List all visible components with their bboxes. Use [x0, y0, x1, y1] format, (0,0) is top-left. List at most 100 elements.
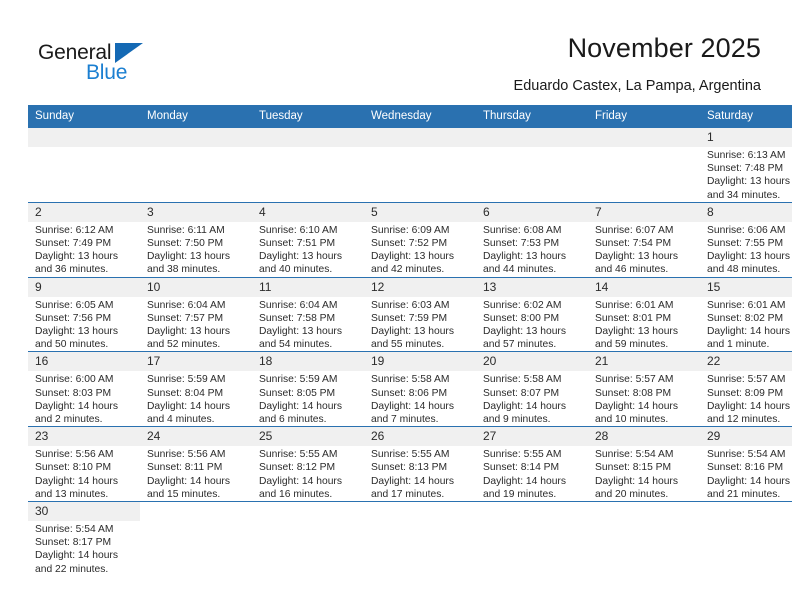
day-details: Sunrise: 5:59 AM Sunset: 8:04 PM Daylight:…: [140, 371, 252, 426]
day-number: 2: [28, 202, 140, 222]
daylight-text-line2: and 12 minutes.: [707, 414, 781, 426]
calendar-day-cell[interactable]: 26 Sunrise: 5:55 AM Sunset: 8:13 PM Dayligh…: [364, 426, 476, 502]
sunrise-text: Sunrise: 5:54 AM: [35, 524, 114, 536]
daylight-text-line2: and 15 minutes.: [147, 488, 221, 500]
sunset-text: Sunset: 8:00 PM: [483, 312, 560, 324]
calendar-day-cell[interactable]: 12 Sunrise: 6:03 AM Sunset: 7:59 PM Dayligh…: [364, 276, 476, 352]
sunset-text: Sunset: 7:55 PM: [707, 238, 784, 250]
calendar-day-cell[interactable]: 16 Sunrise: 6:00 AM Sunset: 8:03 PM Dayligh…: [28, 351, 140, 427]
day-details: Sunrise: 5:59 AM Sunset: 8:05 PM Daylight:…: [252, 371, 364, 426]
day-number-placeholder: [476, 128, 588, 147]
calendar-cell-empty: [140, 128, 252, 203]
page-subtitle: Eduardo Castex, La Pampa, Argentina: [513, 78, 761, 94]
day-details: Sunrise: 5:56 AM Sunset: 8:10 PM Daylight:…: [28, 446, 140, 501]
weekday-header-friday: Friday: [588, 105, 700, 128]
day-number: 17: [140, 352, 252, 372]
calendar-day-cell[interactable]: 6 Sunrise: 6:08 AM Sunset: 7:53 PM Daylight…: [476, 201, 588, 278]
calendar-day-cell[interactable]: 4 Sunrise: 6:10 AM Sunset: 7:51 PM Daylight…: [252, 201, 364, 278]
sunset-text: Sunset: 8:05 PM: [259, 387, 336, 399]
sunset-text: Sunset: 8:01 PM: [595, 312, 672, 324]
calendar-day-cell[interactable]: 20 Sunrise: 5:58 AM Sunset: 8:07 PM Dayligh…: [476, 351, 588, 427]
day-details: Sunrise: 5:58 AM Sunset: 8:06 PM Daylight:…: [364, 371, 476, 426]
day-number: 20: [476, 352, 588, 372]
daylight-text-line2: and 44 minutes.: [483, 264, 557, 276]
calendar-day-cell[interactable]: 8 Sunrise: 6:06 AM Sunset: 7:55 PM Daylight…: [700, 201, 792, 278]
day-details: Sunrise: 6:12 AM Sunset: 7:49 PM Daylight:…: [28, 222, 140, 277]
day-number: 7: [588, 202, 700, 222]
calendar-day-cell[interactable]: 18 Sunrise: 5:59 AM Sunset: 8:05 PM Dayligh…: [252, 351, 364, 427]
day-details: Sunrise: 6:04 AM Sunset: 7:58 PM Daylight:…: [252, 297, 364, 352]
day-details: Sunrise: 6:02 AM Sunset: 8:00 PM Daylight:…: [476, 297, 588, 352]
day-details: Sunrise: 6:01 AM Sunset: 8:02 PM Daylight:…: [700, 297, 792, 352]
day-details: Sunrise: 5:54 AM Sunset: 8:15 PM Daylight:…: [588, 446, 700, 501]
logo-triangle-icon: [115, 43, 143, 63]
sunrise-text: Sunrise: 5:54 AM: [595, 449, 674, 461]
day-number: 9: [28, 277, 140, 297]
calendar-day-cell[interactable]: 2 Sunrise: 6:12 AM Sunset: 7:49 PM Daylight…: [28, 201, 140, 278]
calendar-day-cell[interactable]: 22 Sunrise: 5:57 AM Sunset: 8:09 PM Dayligh…: [700, 351, 792, 427]
calendar-day-cell[interactable]: 10 Sunrise: 6:04 AM Sunset: 7:57 PM Dayligh…: [140, 276, 252, 352]
general-blue-logo: General Blue: [38, 41, 168, 87]
calendar-day-cell[interactable]: 9 Sunrise: 6:05 AM Sunset: 7:56 PM Daylight…: [28, 276, 140, 352]
sunset-text: Sunset: 7:53 PM: [483, 238, 560, 250]
daylight-text-line2: and 13 minutes.: [35, 488, 109, 500]
day-details: Sunrise: 5:56 AM Sunset: 8:11 PM Daylight:…: [140, 446, 252, 501]
day-number: 19: [364, 352, 476, 372]
calendar-grid: Sunday Monday Tuesday Wednesday Thursday…: [28, 105, 792, 576]
calendar-week-row: 2 Sunrise: 6:12 AM Sunset: 7:49 PM Daylight…: [28, 201, 792, 278]
calendar-day-cell[interactable]: 25 Sunrise: 5:55 AM Sunset: 8:12 PM Dayligh…: [252, 426, 364, 502]
sunrise-text: Sunrise: 5:58 AM: [483, 374, 562, 386]
calendar-day-cell[interactable]: 29 Sunrise: 5:54 AM Sunset: 8:16 PM Dayligh…: [700, 426, 792, 502]
sunset-text: Sunset: 8:13 PM: [371, 462, 448, 474]
calendar-day-cell[interactable]: 19 Sunrise: 5:58 AM Sunset: 8:06 PM Dayligh…: [364, 351, 476, 427]
day-details: Sunrise: 6:13 AM Sunset: 7:48 PM Daylight:…: [700, 147, 792, 202]
calendar-day-cell[interactable]: 17 Sunrise: 5:59 AM Sunset: 8:04 PM Dayligh…: [140, 351, 252, 427]
sunrise-text: Sunrise: 6:00 AM: [35, 374, 114, 386]
calendar-day-cell[interactable]: 28 Sunrise: 5:54 AM Sunset: 8:15 PM Dayligh…: [588, 426, 700, 502]
sunset-text: Sunset: 7:54 PM: [595, 238, 672, 250]
daylight-text-line1: Daylight: 14 hours: [371, 400, 454, 412]
calendar-day-cell[interactable]: 13 Sunrise: 6:02 AM Sunset: 8:00 PM Dayligh…: [476, 276, 588, 352]
calendar-day-cell[interactable]: 24 Sunrise: 5:56 AM Sunset: 8:11 PM Dayligh…: [140, 426, 252, 502]
daylight-text-line2: and 42 minutes.: [371, 264, 445, 276]
daylight-text-line1: Daylight: 14 hours: [483, 475, 566, 487]
daylight-text-line2: and 6 minutes.: [259, 414, 327, 426]
sunrise-text: Sunrise: 6:09 AM: [371, 224, 450, 236]
daylight-text-line2: and 50 minutes.: [35, 339, 109, 351]
weekday-header-tuesday: Tuesday: [252, 105, 364, 128]
calendar-day-cell[interactable]: 30 Sunrise: 5:54 AM Sunset: 8:17 PM Dayligh…: [28, 501, 140, 576]
daylight-text-line1: Daylight: 14 hours: [371, 475, 454, 487]
day-details: Sunrise: 5:55 AM Sunset: 8:14 PM Daylight:…: [476, 446, 588, 501]
weekday-header-monday: Monday: [140, 105, 252, 128]
calendar-day-cell[interactable]: 14 Sunrise: 6:01 AM Sunset: 8:01 PM Dayligh…: [588, 276, 700, 352]
day-number: 29: [700, 427, 792, 447]
calendar-cell-empty: [252, 501, 364, 576]
day-number: 15: [700, 277, 792, 297]
calendar-day-cell[interactable]: 27 Sunrise: 5:55 AM Sunset: 8:14 PM Dayligh…: [476, 426, 588, 502]
calendar-day-cell[interactable]: 11 Sunrise: 6:04 AM Sunset: 7:58 PM Dayligh…: [252, 276, 364, 352]
daylight-text-line2: and 48 minutes.: [707, 264, 781, 276]
day-number: 13: [476, 277, 588, 297]
day-details: Sunrise: 6:03 AM Sunset: 7:59 PM Daylight:…: [364, 297, 476, 352]
calendar-day-cell[interactable]: 7 Sunrise: 6:07 AM Sunset: 7:54 PM Daylight…: [588, 201, 700, 278]
calendar-day-cell[interactable]: 5 Sunrise: 6:09 AM Sunset: 7:52 PM Daylight…: [364, 201, 476, 278]
day-number: 28: [588, 427, 700, 447]
sunrise-text: Sunrise: 6:08 AM: [483, 224, 562, 236]
sunrise-text: Sunrise: 5:55 AM: [259, 449, 338, 461]
calendar-day-cell[interactable]: 23 Sunrise: 5:56 AM Sunset: 8:10 PM Dayligh…: [28, 426, 140, 502]
sunrise-text: Sunrise: 5:54 AM: [707, 449, 786, 461]
daylight-text-line2: and 54 minutes.: [259, 339, 333, 351]
calendar-day-cell[interactable]: 3 Sunrise: 6:11 AM Sunset: 7:50 PM Daylight…: [140, 201, 252, 278]
day-details: Sunrise: 5:54 AM Sunset: 8:17 PM Daylight:…: [28, 521, 140, 576]
calendar-day-cell[interactable]: 21 Sunrise: 5:57 AM Sunset: 8:08 PM Dayligh…: [588, 351, 700, 427]
calendar-day-cell[interactable]: 1 Sunrise: 6:13 AM Sunset: 7:48 PM Daylight…: [700, 128, 792, 203]
daylight-text-line1: Daylight: 14 hours: [707, 475, 790, 487]
calendar-cell-empty: [140, 501, 252, 576]
sunrise-text: Sunrise: 5:55 AM: [483, 449, 562, 461]
calendar-week-row: 16 Sunrise: 6:00 AM Sunset: 8:03 PM Dayligh…: [28, 351, 792, 427]
daylight-text-line1: Daylight: 14 hours: [35, 400, 118, 412]
calendar-day-cell[interactable]: 15 Sunrise: 6:01 AM Sunset: 8:02 PM Dayligh…: [700, 276, 792, 352]
daylight-text-line1: Daylight: 13 hours: [707, 251, 790, 263]
sunrise-text: Sunrise: 5:57 AM: [595, 374, 674, 386]
daylight-text-line1: Daylight: 13 hours: [147, 251, 230, 263]
